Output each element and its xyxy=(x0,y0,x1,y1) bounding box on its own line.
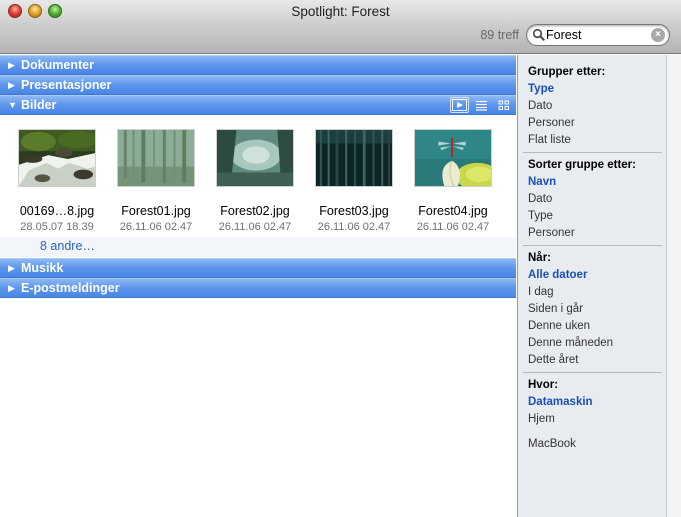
when-today[interactable]: I dag xyxy=(528,286,613,303)
section-images[interactable]: ▼ Bilder xyxy=(0,95,516,115)
section-label: E-postmeldinger xyxy=(21,281,120,295)
image-date: 26.11.06 02.47 xyxy=(119,221,193,233)
image-date: 28.05.07 18.39 xyxy=(20,221,94,233)
disclosure-triangle-icon[interactable]: ▶ xyxy=(8,279,15,297)
sort-by-type[interactable]: Type xyxy=(528,210,636,227)
where-title: Hvor: xyxy=(528,379,559,391)
divider xyxy=(523,372,662,373)
window-title: Spotlight: Forest xyxy=(291,4,390,19)
when-title: Når: xyxy=(528,252,552,264)
image-thumbnail[interactable] xyxy=(414,129,492,187)
image-filename: Forest01.jpg xyxy=(121,204,191,218)
image-thumbnail[interactable] xyxy=(117,129,195,187)
sort-by-options: Sorter gruppe etter: Navn Dato Type Pers… xyxy=(528,159,636,244)
icon-view-button[interactable] xyxy=(494,97,513,113)
magnifier-icon xyxy=(532,28,546,42)
group-by-flat-list[interactable]: Flat liste xyxy=(528,134,605,151)
disclosure-triangle-expanded-icon[interactable]: ▼ xyxy=(8,96,17,114)
when-this-month[interactable]: Denne måneden xyxy=(528,337,613,354)
search-input[interactable] xyxy=(546,27,650,43)
image-date: 26.11.06 02.47 xyxy=(416,221,490,233)
scrollbar[interactable] xyxy=(666,55,681,517)
grid-icon xyxy=(498,100,509,110)
section-documents[interactable]: ▶ Dokumenter xyxy=(0,55,516,75)
section-email[interactable]: ▶ E-postmeldinger xyxy=(0,278,516,298)
waterfall-forest-image xyxy=(19,130,95,186)
when-this-week[interactable]: Denne uken xyxy=(528,320,613,337)
image-filename: Forest03.jpg xyxy=(319,204,389,218)
section-music[interactable]: ▶ Musikk xyxy=(0,258,516,278)
image-filename: Forest02.jpg xyxy=(220,204,290,218)
misty-forest-image xyxy=(118,130,194,186)
group-by-date[interactable]: Dato xyxy=(528,100,605,117)
when-options: Når: Alle datoer I dag Siden i går Denne… xyxy=(528,252,613,371)
search-field[interactable]: × xyxy=(526,24,670,46)
group-by-title: Grupper etter: xyxy=(528,66,606,78)
when-this-year[interactable]: Dette året xyxy=(528,354,613,371)
group-by-options: Grupper etter: Type Dato Personer Flat l… xyxy=(528,66,605,151)
divider xyxy=(523,152,662,153)
slideshow-button[interactable] xyxy=(450,97,469,113)
foggy-forest-image xyxy=(217,130,293,186)
list-view-button[interactable] xyxy=(472,97,491,113)
images-grid: 00169…8.jpg 28.05.07 18.39 Forest01.jpg … xyxy=(0,115,516,258)
disclosure-triangle-icon[interactable]: ▶ xyxy=(8,56,15,74)
sort-by-name[interactable]: Navn xyxy=(528,176,636,193)
where-computer[interactable]: Datamaskin xyxy=(528,396,593,413)
title-bar: Spotlight: Forest 89 treff × xyxy=(0,0,681,54)
image-date: 26.11.06 02.47 xyxy=(317,221,391,233)
sort-by-people[interactable]: Personer xyxy=(528,227,636,244)
image-date: 26.11.06 02.47 xyxy=(218,221,292,233)
section-label: Dokumenter xyxy=(21,58,94,72)
bamboo-forest-image xyxy=(316,130,392,186)
where-options: Hvor: Datamaskin Hjem MacBook xyxy=(528,379,593,455)
image-thumbnail[interactable] xyxy=(315,129,393,187)
dragonfly-flower-image xyxy=(415,130,491,186)
section-label: Presentasjoner xyxy=(21,78,112,92)
group-by-type[interactable]: Type xyxy=(528,83,605,100)
where-macbook[interactable]: MacBook xyxy=(528,438,593,455)
more-results-link[interactable]: 8 andre… xyxy=(40,239,95,253)
result-count: 89 treff xyxy=(480,28,519,42)
play-icon xyxy=(452,99,467,111)
image-thumbnail[interactable] xyxy=(216,129,294,187)
where-home[interactable]: Hjem xyxy=(528,413,593,430)
section-presentations[interactable]: ▶ Presentasjoner xyxy=(0,75,516,95)
disclosure-triangle-icon[interactable]: ▶ xyxy=(8,259,15,277)
image-thumbnail[interactable] xyxy=(18,129,96,187)
section-label: Bilder xyxy=(21,98,57,112)
disclosure-triangle-icon[interactable]: ▶ xyxy=(8,76,15,94)
when-all-dates[interactable]: Alle datoer xyxy=(528,269,613,286)
filter-sidebar: Grupper etter: Type Dato Personer Flat l… xyxy=(517,55,666,517)
when-since-yesterday[interactable]: Siden i går xyxy=(528,303,613,320)
image-filename: 00169…8.jpg xyxy=(19,204,95,218)
divider xyxy=(523,245,662,246)
results-pane: ▶ Dokumenter ▶ Presentasjoner ▼ Bilder 0… xyxy=(0,55,516,517)
clear-icon[interactable]: × xyxy=(651,28,665,42)
image-filename: Forest04.jpg xyxy=(418,204,488,218)
list-icon xyxy=(476,100,487,111)
sort-by-title: Sorter gruppe etter: xyxy=(528,159,636,171)
sort-by-date[interactable]: Dato xyxy=(528,193,636,210)
group-by-people[interactable]: Personer xyxy=(528,117,605,134)
section-label: Musikk xyxy=(21,261,64,275)
